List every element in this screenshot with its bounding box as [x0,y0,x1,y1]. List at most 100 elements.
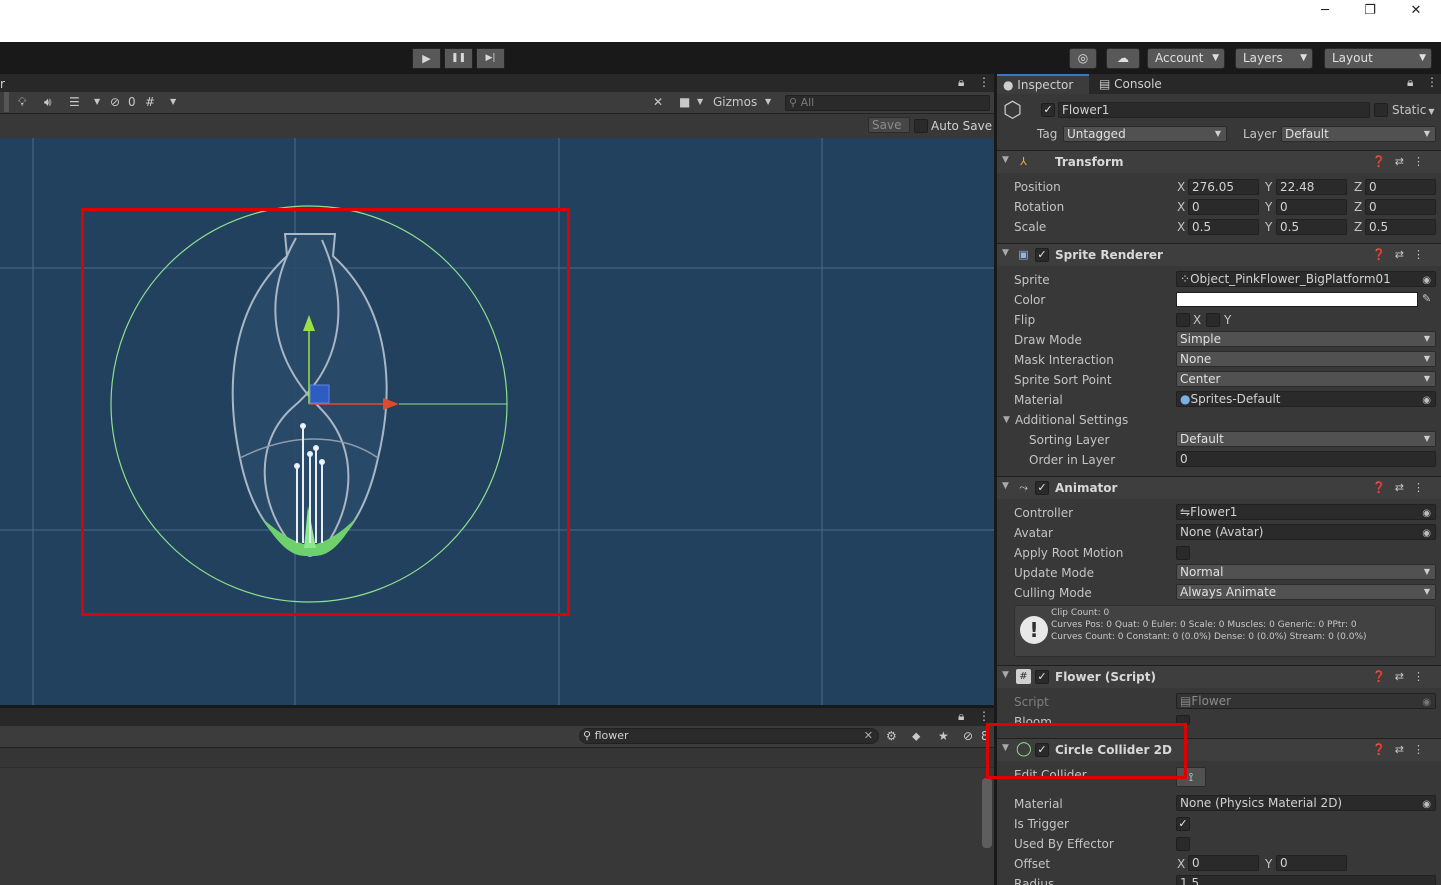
position-z-input[interactable]: 0 [1365,179,1436,195]
camera-icon[interactable]: ■ [679,92,690,112]
scene-search-input[interactable]: ⚲ All [785,95,990,111]
kebab-menu-icon[interactable]: ⋮ [978,72,990,92]
object-picker-icon[interactable]: ◉ [1422,798,1431,810]
apply-root-motion-checkbox[interactable] [1176,546,1190,560]
gameobject-active-checkbox[interactable]: ✓ [1041,103,1055,117]
component-header-icons[interactable]: ❓⇄⋮ [1372,154,1433,170]
favorite-star-icon[interactable]: ★ [938,726,949,746]
flip-y-checkbox[interactable] [1206,313,1220,327]
lock-icon[interactable]: 🔒︎ [958,72,964,92]
lighting-icon[interactable]: 💡︎ [18,92,26,112]
position-y-input[interactable]: 22.48 [1276,179,1347,195]
avatar-object-field[interactable]: None (Avatar) ◉ [1176,524,1436,540]
project-scrollbar[interactable] [982,778,992,848]
order-in-layer-input[interactable]: 0 [1176,451,1436,467]
physics-material-object-field[interactable]: None (Physics Material 2D) ◉ [1176,795,1436,811]
foldout-arrow-icon[interactable]: ▼ [1002,481,1009,491]
filter-type-icon[interactable]: ⚙ [886,726,897,746]
color-swatch[interactable] [1176,292,1418,307]
foldout-arrow-icon[interactable]: ▼ [1002,670,1009,680]
material-object-field[interactable]: ●Sprites-Default ◉ [1176,391,1436,407]
scene-viewport[interactable] [0,138,994,705]
additional-settings-foldout[interactable]: Additional Settings [1015,412,1128,428]
rotation-z-input[interactable]: 0 [1365,199,1436,215]
maximize-icon[interactable]: ❐ [1356,4,1384,18]
gameobject-cube-icon[interactable]: ⬡ [1003,99,1022,123]
layout-dropdown[interactable]: Layout ▼ [1324,48,1432,69]
object-picker-icon[interactable]: ◉ [1422,527,1431,539]
animator-enabled-checkbox[interactable]: ✓ [1035,481,1049,495]
close-icon[interactable]: ✕ [1402,4,1430,18]
collab-button[interactable]: ◎ [1069,48,1097,69]
play-button[interactable]: ▶ [412,48,441,69]
scale-x-input[interactable]: 0.5 [1188,219,1259,235]
clear-search-icon[interactable]: ✕ [864,729,873,743]
draw-mode-dropdown[interactable]: Simple ▼ [1176,331,1436,347]
hidden-packages-icon[interactable]: ⊘ [963,726,973,746]
culling-mode-dropdown[interactable]: Always Animate ▼ [1176,584,1436,600]
tab-console[interactable]: ▤ Console [1093,74,1168,94]
static-checkbox[interactable] [1374,103,1388,117]
tools-icon[interactable]: ✕ [653,92,663,112]
lock-icon[interactable]: 🔒︎ [1407,72,1413,92]
audio-icon[interactable]: 🔊︎ [44,92,52,112]
scale-z-input[interactable]: 0.5 [1365,219,1436,235]
animator-header[interactable]: ▼ ⤳ ✓ Animator ❓⇄⋮ [997,476,1441,499]
sorting-layer-dropdown[interactable]: Default ▼ [1176,431,1436,447]
chevron-down-icon[interactable]: ▼ [697,92,703,112]
pause-button[interactable]: ❚❚ [444,48,473,69]
step-button[interactable]: ▶| [476,48,505,69]
flower-script-enabled-checkbox[interactable]: ✓ [1035,670,1049,684]
static-dropdown[interactable]: Static ▼ [1392,102,1434,120]
gameobject-name-input[interactable]: Flower1 [1058,102,1370,118]
foldout-arrow-icon[interactable]: ▼ [1002,155,1009,165]
effects-icon[interactable]: ☰ [69,92,80,112]
hidden-objects-icon[interactable]: ⊘ [110,92,120,112]
lock-icon[interactable]: 🔒︎ [958,706,964,726]
cloud-button[interactable]: ☁ [1106,48,1140,69]
sprite-object-field[interactable]: ⁘Object_PinkFlower_BigPlatform01 ◉ [1176,271,1436,287]
used-by-effector-checkbox[interactable] [1176,837,1190,851]
position-x-input[interactable]: 276.05 [1188,179,1259,195]
eyedropper-icon[interactable]: ✎ [1422,289,1431,309]
radius-input[interactable]: 1.5 [1176,875,1436,885]
layer-dropdown[interactable]: Default ▼ [1281,126,1436,142]
component-header-icons[interactable]: ❓⇄⋮ [1372,247,1433,263]
layers-dropdown[interactable]: Layers ▼ [1235,48,1313,69]
chevron-down-icon[interactable]: ▼ [170,92,176,112]
sprite-renderer-header[interactable]: ▼ ▣ ✓ Sprite Renderer ❓⇄⋮ [997,243,1441,266]
foldout-arrow-icon[interactable]: ▼ [1003,412,1010,428]
object-picker-icon[interactable]: ◉ [1422,507,1431,519]
tag-dropdown[interactable]: Untagged ▼ [1063,126,1227,142]
scale-y-input[interactable]: 0.5 [1276,219,1347,235]
update-mode-dropdown[interactable]: Normal ▼ [1176,564,1436,580]
scene-tab[interactable]: r [0,74,11,94]
tab-inspector[interactable]: ● Inspector [997,74,1089,94]
component-header-icons[interactable]: ❓⇄⋮ [1372,742,1433,758]
sprite-renderer-enabled-checkbox[interactable]: ✓ [1035,248,1049,262]
controller-object-field[interactable]: ⇋Flower1 ◉ [1176,504,1436,520]
chevron-down-icon[interactable]: ▼ [765,92,771,112]
label-filter-icon[interactable]: ⬥ [912,726,920,746]
auto-save-checkbox[interactable] [914,119,928,133]
transform-header[interactable]: ▼ ⅄ Transform ❓⇄⋮ [997,150,1441,173]
project-browser[interactable] [0,748,994,885]
mask-interaction-dropdown[interactable]: None ▼ [1176,351,1436,367]
rotation-x-input[interactable]: 0 [1188,199,1259,215]
save-button[interactable]: Save [868,117,910,133]
object-picker-icon[interactable]: ◉ [1422,274,1431,286]
project-search-input[interactable]: ⚲ flower ✕ [579,728,879,744]
is-trigger-checkbox[interactable]: ✓ [1176,817,1190,831]
sprite-sort-point-dropdown[interactable]: Center ▼ [1176,371,1436,387]
kebab-menu-icon[interactable]: ⋮ [1426,72,1438,92]
flower-script-header[interactable]: ▼ # ✓ Flower (Script) ❓⇄⋮ [997,665,1441,688]
offset-y-input[interactable]: 0 [1276,855,1347,871]
component-header-icons[interactable]: ❓⇄⋮ [1372,669,1433,685]
gizmos-button[interactable]: Gizmos [713,92,757,112]
rotation-y-input[interactable]: 0 [1276,199,1347,215]
component-header-icons[interactable]: ❓⇄⋮ [1372,480,1433,496]
grid-icon[interactable]: # [145,92,155,112]
chevron-down-icon[interactable]: ▼ [94,92,100,112]
object-picker-icon[interactable]: ◉ [1422,394,1431,406]
foldout-arrow-icon[interactable]: ▼ [1002,248,1009,258]
